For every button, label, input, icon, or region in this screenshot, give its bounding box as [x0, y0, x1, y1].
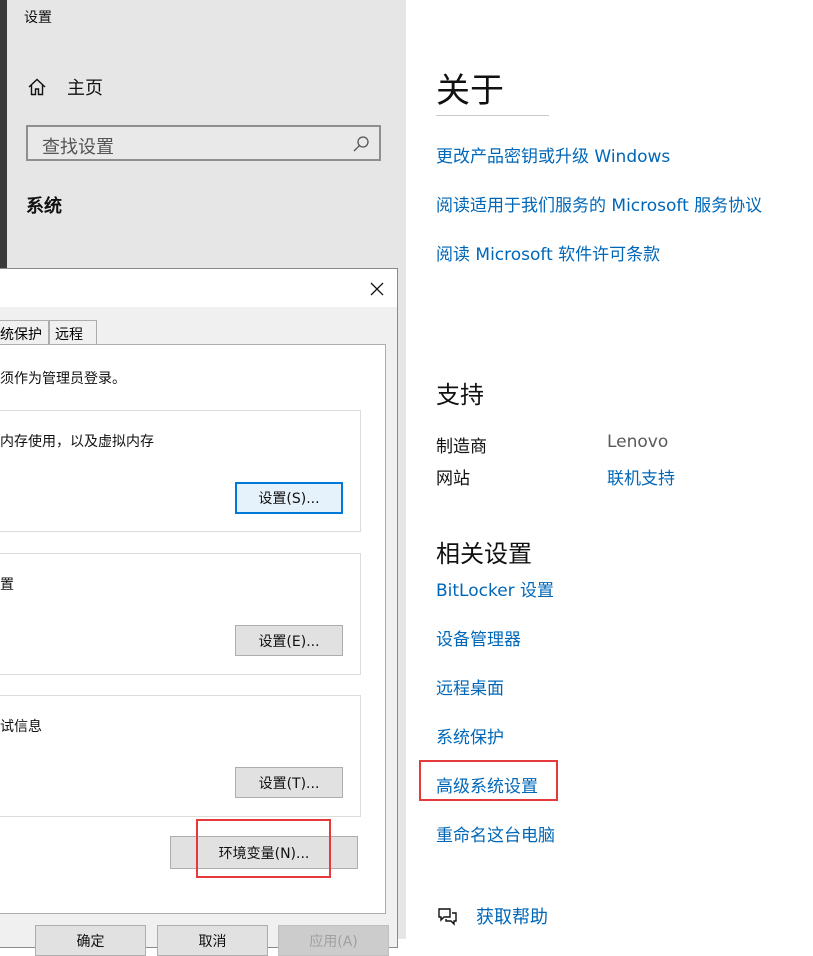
device-manager-link[interactable]: 设备管理器 [436, 625, 521, 650]
manufacturer-label: 制造商 [436, 437, 487, 457]
startup-recovery-group: 试信息 [0, 695, 361, 817]
about-heading: 关于 [436, 71, 504, 111]
search-input[interactable]: 查找设置 [26, 125, 381, 161]
home-icon [28, 78, 46, 96]
help-chat-icon [438, 908, 457, 926]
cancel-button[interactable]: 取消 [157, 925, 268, 956]
advanced-system-settings-link[interactable]: 高级系统设置 [436, 772, 538, 797]
background-window-edge [0, 0, 7, 270]
window-title: 设置 [24, 10, 52, 26]
system-properties-dialog: 统保护 远程 须作为管理员登录。 内存使用，以及虚拟内存 设置(S)... 置 … [0, 268, 398, 956]
apply-button[interactable]: 应用(A) [278, 925, 389, 956]
ok-button[interactable]: 确定 [35, 925, 146, 956]
related-settings-heading: 相关设置 [436, 540, 532, 568]
system-protection-link[interactable]: 系统保护 [436, 723, 504, 748]
heading-underline [436, 115, 549, 116]
upgrade-windows-link[interactable]: 更改产品密钥或升级 Windows [436, 142, 670, 167]
user-profiles-description: 置 [0, 577, 14, 593]
dialog-titlebar [0, 269, 397, 307]
startup-recovery-description: 试信息 [0, 719, 42, 735]
admin-notice-text: 须作为管理员登录。 [0, 371, 126, 387]
performance-settings-button[interactable]: 设置(S)... [235, 482, 343, 514]
nav-home-label: 主页 [67, 78, 103, 99]
get-help-label: 获取帮助 [476, 907, 548, 928]
service-agreement-link[interactable]: 阅读适用于我们服务的 Microsoft 服务协议 [436, 191, 762, 216]
manufacturer-value: Lenovo [607, 432, 669, 452]
search-placeholder: 查找设置 [42, 137, 114, 158]
get-help-item[interactable]: 获取帮助 [436, 903, 548, 929]
support-heading: 支持 [436, 381, 484, 409]
remote-desktop-link[interactable]: 远程桌面 [436, 674, 504, 699]
online-support-link[interactable]: 联机支持 [607, 464, 675, 489]
nav-home-item[interactable]: 主页 [27, 74, 103, 100]
tab-system-protection[interactable]: 统保护 [0, 320, 49, 344]
close-icon[interactable] [366, 278, 388, 300]
user-profiles-group: 置 [0, 553, 361, 675]
environment-variables-button[interactable]: 环境变量(N)... [170, 836, 358, 869]
license-terms-link[interactable]: 阅读 Microsoft 软件许可条款 [436, 240, 660, 265]
rename-pc-link[interactable]: 重命名这台电脑 [436, 821, 555, 846]
startup-recovery-settings-button[interactable]: 设置(T)... [235, 767, 343, 798]
website-label: 网站 [436, 469, 470, 489]
user-profiles-settings-button[interactable]: 设置(E)... [235, 625, 343, 656]
nav-section-system[interactable]: 系统 [26, 192, 62, 218]
dialog-tabs: 统保护 远程 [0, 320, 97, 344]
tab-remote[interactable]: 远程 [49, 320, 97, 344]
performance-description: 内存使用，以及虚拟内存 [0, 434, 154, 450]
bitlocker-settings-link[interactable]: BitLocker 设置 [436, 576, 554, 601]
search-icon[interactable] [352, 135, 370, 153]
